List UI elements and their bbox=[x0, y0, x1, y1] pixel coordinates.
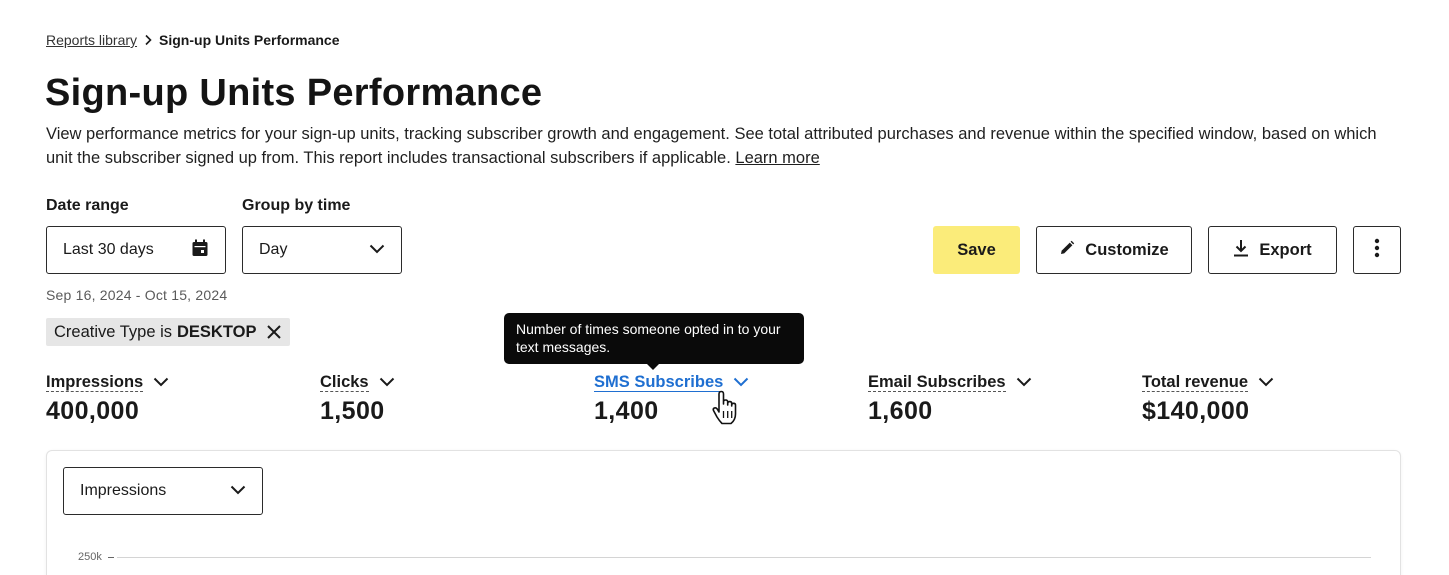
page-description: View performance metrics for your sign-u… bbox=[46, 122, 1406, 170]
metric-value-clicks: 1,500 bbox=[320, 397, 385, 425]
chevron-down-icon bbox=[230, 482, 246, 500]
chevron-down-icon[interactable] bbox=[1258, 377, 1274, 387]
metric-email-subscribes: Email Subscribes 1,600 bbox=[868, 370, 1032, 426]
sms-subscribes-tooltip: Number of times someone opted in to your… bbox=[504, 313, 804, 370]
chart-metric-select-value: Impressions bbox=[80, 482, 167, 499]
metric-clicks: Clicks 1,500 bbox=[320, 370, 395, 426]
metric-name-total-revenue[interactable]: Total revenue bbox=[1142, 373, 1249, 392]
chevron-down-icon[interactable] bbox=[153, 377, 169, 387]
learn-more-link[interactable]: Learn more bbox=[735, 149, 819, 167]
breadcrumb-current: Sign-up Units Performance bbox=[159, 32, 340, 48]
chevron-down-icon bbox=[369, 241, 385, 259]
chart-y-tick-label: 250k bbox=[78, 551, 102, 563]
metric-value-total-revenue: $140,000 bbox=[1142, 397, 1250, 425]
group-by-value: Day bbox=[259, 241, 288, 258]
download-icon bbox=[1233, 239, 1249, 262]
metric-value-impressions: 400,000 bbox=[46, 397, 140, 425]
filter-chip-creative-type: Creative Type is DESKTOP bbox=[46, 318, 291, 346]
group-by-select[interactable]: Day bbox=[242, 226, 402, 274]
group-by-label: Group by time bbox=[242, 197, 351, 214]
description-text: View performance metrics for your sign-u… bbox=[46, 125, 1377, 167]
date-range-caption: Sep 16, 2024 - Oct 15, 2024 bbox=[46, 287, 228, 303]
metric-name-impressions[interactable]: Impressions bbox=[46, 373, 144, 392]
save-button[interactable]: Save bbox=[933, 226, 1020, 274]
pencil-icon bbox=[1059, 240, 1075, 261]
breadcrumb: Reports library Sign-up Units Performanc… bbox=[46, 31, 340, 49]
metric-impressions: Impressions 400,000 bbox=[46, 370, 169, 426]
chevron-right-icon bbox=[137, 31, 159, 49]
metric-total-revenue: Total revenue $140,000 bbox=[1142, 370, 1274, 426]
calendar-icon bbox=[191, 239, 209, 262]
date-range-value: Last 30 days bbox=[63, 241, 154, 258]
export-button[interactable]: Export bbox=[1208, 226, 1337, 274]
filter-chip-value: DESKTOP bbox=[177, 322, 257, 341]
date-range-picker[interactable]: Last 30 days bbox=[46, 226, 226, 274]
filter-chip-prefix: Creative Type is bbox=[54, 322, 172, 341]
breadcrumb-reports-library-link[interactable]: Reports library bbox=[46, 31, 137, 49]
page-title: Sign-up Units Performance bbox=[45, 72, 543, 114]
more-options-button[interactable] bbox=[1353, 226, 1401, 274]
chart-y-tick-mark bbox=[108, 557, 114, 558]
metric-name-clicks[interactable]: Clicks bbox=[320, 373, 369, 392]
chevron-down-icon[interactable] bbox=[379, 377, 395, 387]
chart-card: Impressions 250k bbox=[46, 450, 1401, 575]
chevron-down-icon[interactable] bbox=[733, 377, 749, 387]
metric-name-email-subscribes[interactable]: Email Subscribes bbox=[868, 373, 1006, 392]
more-vertical-icon bbox=[1374, 238, 1380, 263]
metric-value-email-subscribes: 1,600 bbox=[868, 397, 933, 425]
chevron-down-icon[interactable] bbox=[1016, 377, 1032, 387]
chart-grid-line bbox=[117, 557, 1371, 558]
save-button-label: Save bbox=[957, 240, 996, 259]
export-button-label: Export bbox=[1259, 240, 1312, 259]
close-icon[interactable] bbox=[266, 324, 282, 340]
hand-pointer-cursor-icon bbox=[709, 389, 741, 427]
chart-metric-select[interactable]: Impressions bbox=[63, 467, 263, 515]
metric-name-sms-subscribes[interactable]: SMS Subscribes bbox=[594, 373, 724, 392]
customize-button-label: Customize bbox=[1085, 240, 1169, 259]
customize-button[interactable]: Customize bbox=[1036, 226, 1192, 274]
report-page: Reports library Sign-up Units Performanc… bbox=[0, 0, 1449, 575]
date-range-label: Date range bbox=[46, 197, 129, 214]
